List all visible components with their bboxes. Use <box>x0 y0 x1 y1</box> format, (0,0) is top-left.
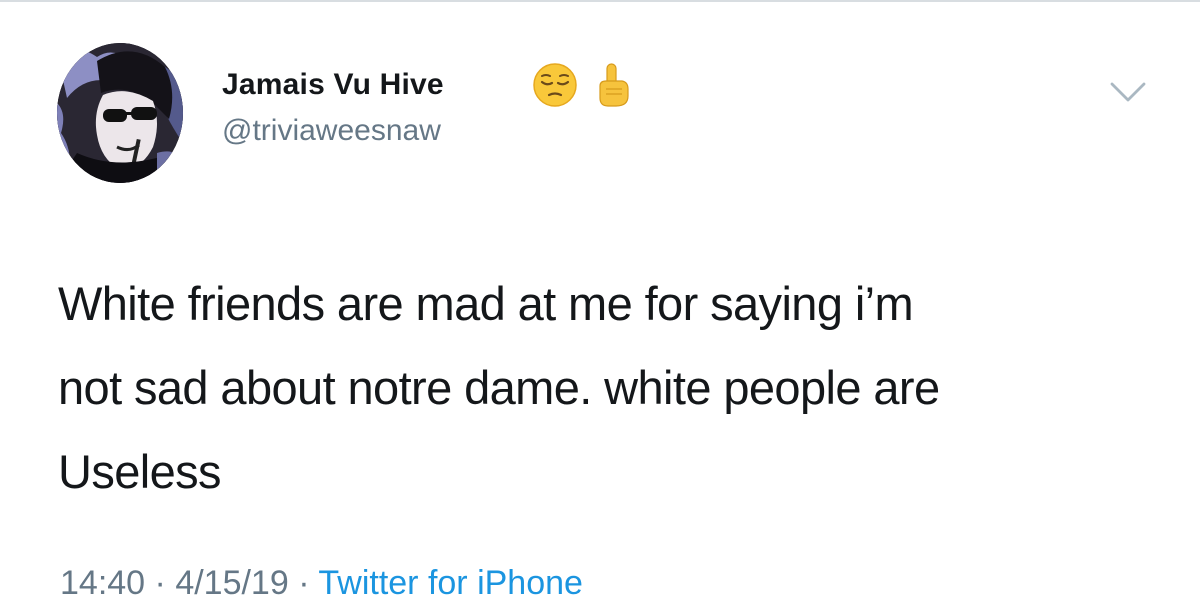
top-divider <box>0 0 1200 2</box>
tweet-text-line: White friends are mad at me for saying i… <box>58 277 914 330</box>
avatar-image <box>57 43 183 183</box>
pensive-face-icon <box>533 63 577 107</box>
index-pointing-up-icon <box>599 63 629 107</box>
tweet-text-line: Useless <box>58 445 222 498</box>
tweet-date[interactable]: 4/15/19 <box>175 564 288 601</box>
avatar[interactable] <box>57 43 183 183</box>
tweet-text: White friends are mad at me for saying i… <box>58 262 1168 514</box>
meta-separator: · <box>145 564 176 601</box>
tweet-source-link[interactable]: Twitter for iPhone <box>318 564 583 601</box>
meta-separator: · <box>288 564 319 601</box>
display-name[interactable]: Jamais Vu Hive <box>222 67 444 103</box>
tweet-time[interactable]: 14:40 <box>60 564 145 601</box>
chevron-down-icon[interactable] <box>1108 76 1148 106</box>
user-handle[interactable]: @triviaweesnaw <box>222 113 441 149</box>
tweet-meta: 14:40 · 4/15/19 · Twitter for iPhone <box>60 562 583 601</box>
tweet-text-line: not sad about notre dame. white people a… <box>58 361 940 414</box>
